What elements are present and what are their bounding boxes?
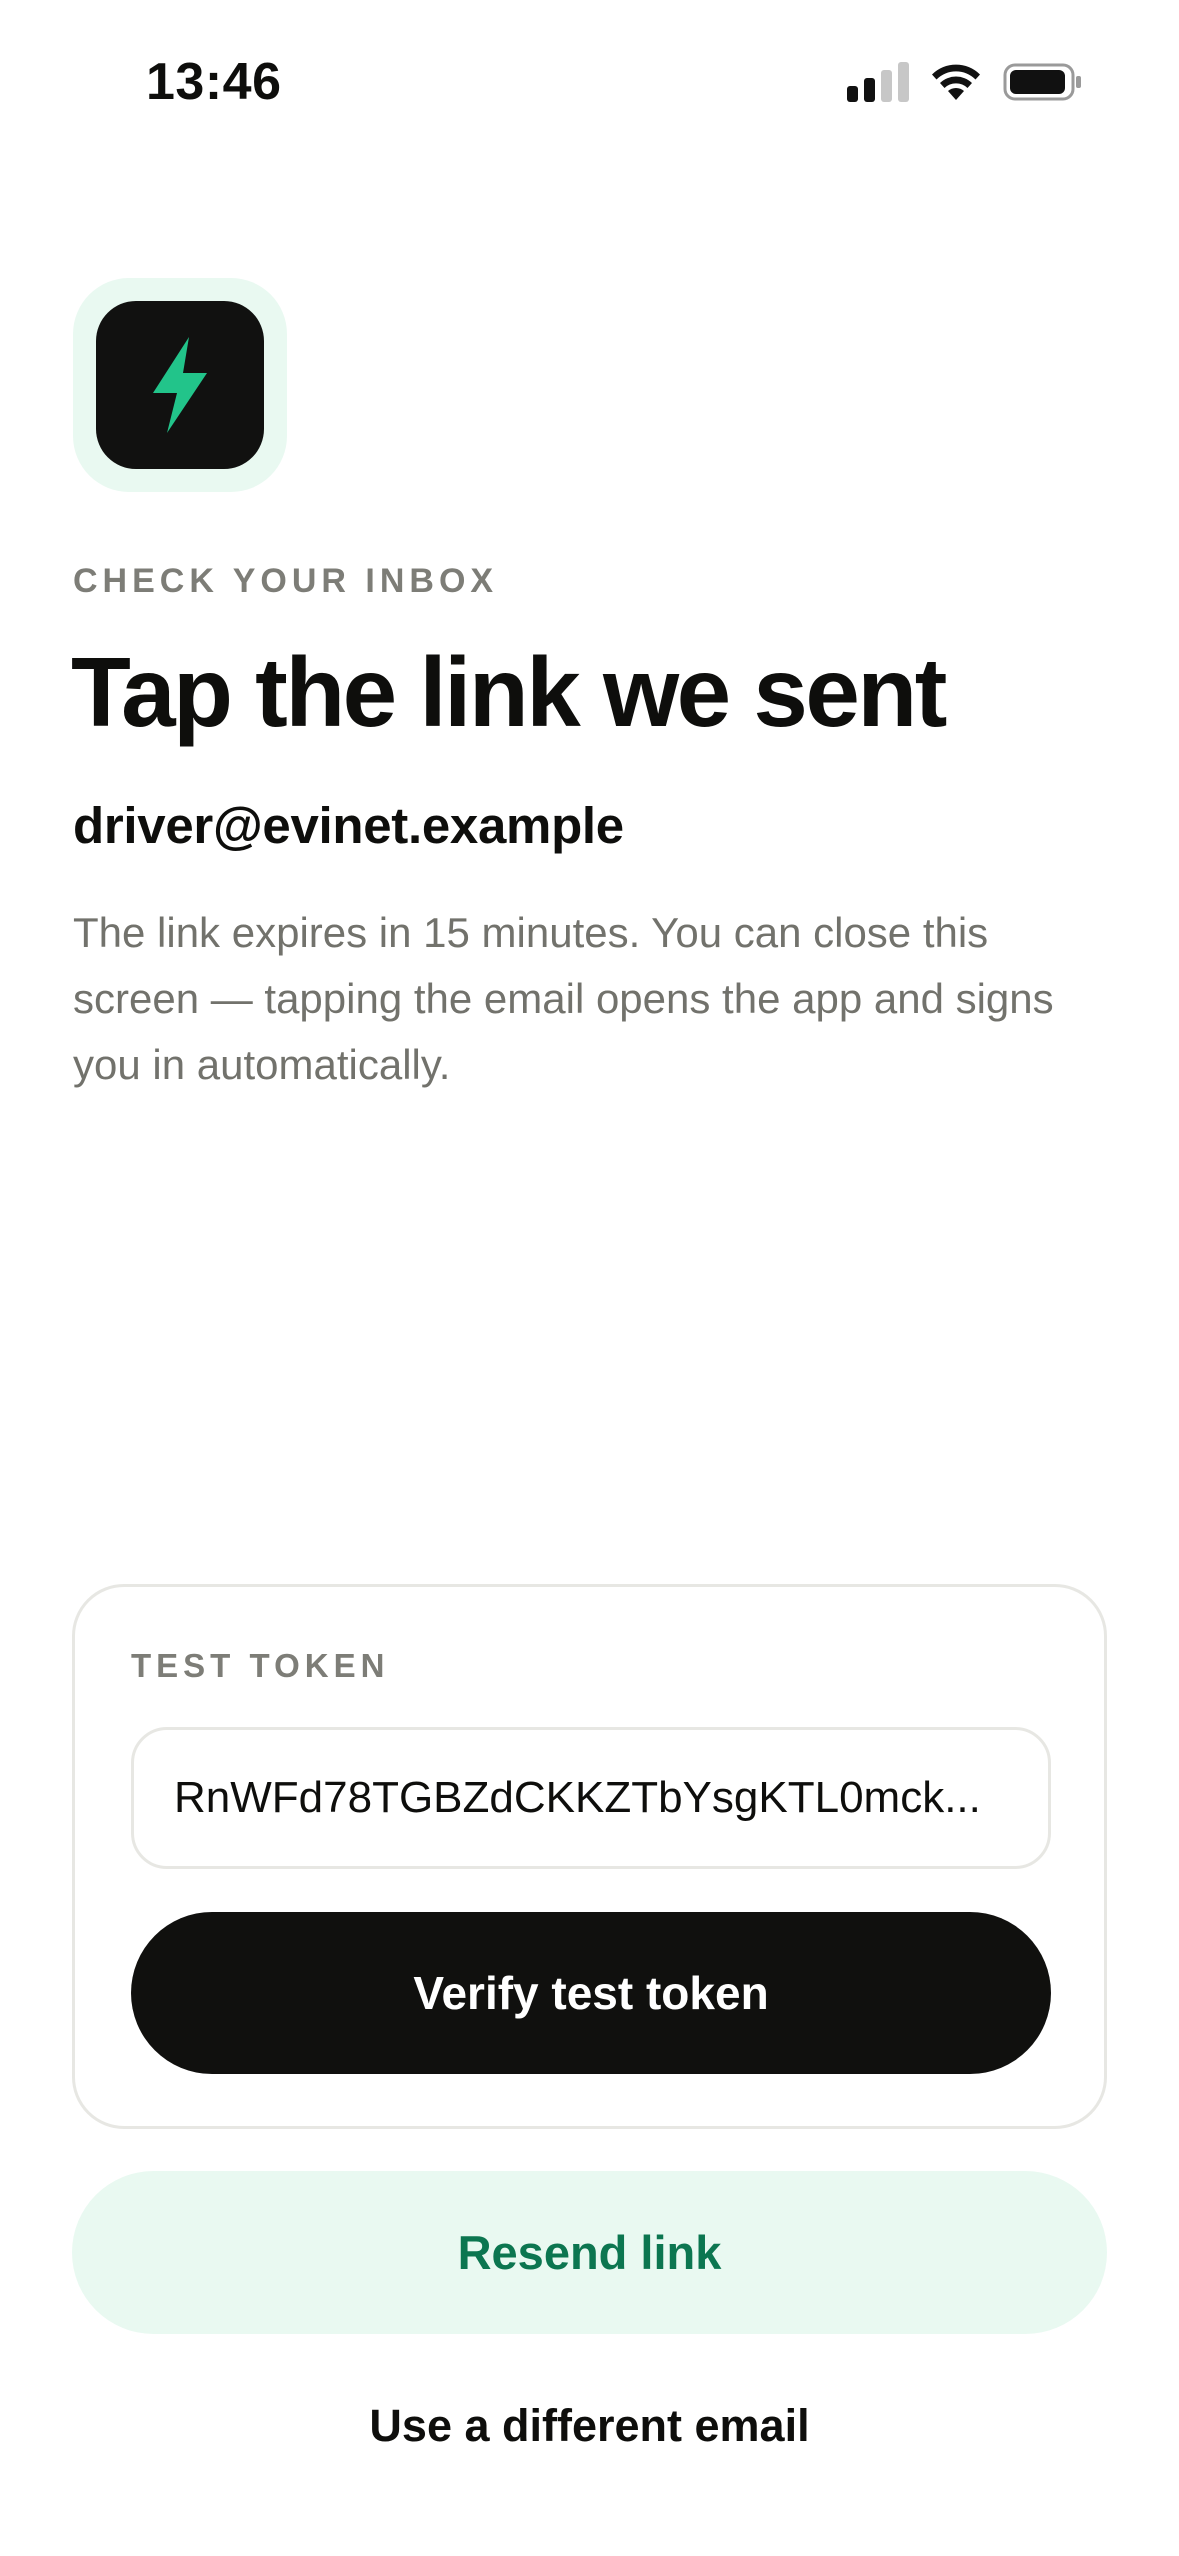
status-time: 13:46 xyxy=(146,53,282,111)
app-icon xyxy=(96,301,264,469)
wifi-icon xyxy=(932,64,980,100)
use-different-email-link[interactable]: Use a different email xyxy=(72,2400,1107,2452)
test-token-label: TEST TOKEN xyxy=(131,1647,390,1684)
status-bar: 13:46 xyxy=(0,0,1179,170)
cellular-signal-icon xyxy=(847,62,909,102)
email-address: driver@evinet.example xyxy=(73,797,624,854)
check-inbox-screen: 13:46 CHECK YOUR INBOX Tap the link we s… xyxy=(0,0,1179,2556)
test-token-card: TEST TOKEN RnWFd78TGBZdCKKZTbYsgKTL0mck.… xyxy=(72,1584,1107,2129)
verify-token-button[interactable]: Verify test token xyxy=(131,1912,1051,2074)
lightning-bolt-icon xyxy=(153,337,207,433)
page-title: Tap the link we sent xyxy=(71,637,947,747)
app-icon-halo xyxy=(73,278,287,492)
status-icons xyxy=(847,62,1083,102)
instructions-text: The link expires in 15 minutes. You can … xyxy=(73,909,1054,1088)
resend-link-button[interactable]: Resend link xyxy=(72,2171,1107,2334)
eyebrow-label: CHECK YOUR INBOX xyxy=(73,562,499,600)
battery-icon xyxy=(1003,63,1081,101)
test-token-input[interactable]: RnWFd78TGBZdCKKZTbYsgKTL0mck... xyxy=(131,1727,1051,1869)
